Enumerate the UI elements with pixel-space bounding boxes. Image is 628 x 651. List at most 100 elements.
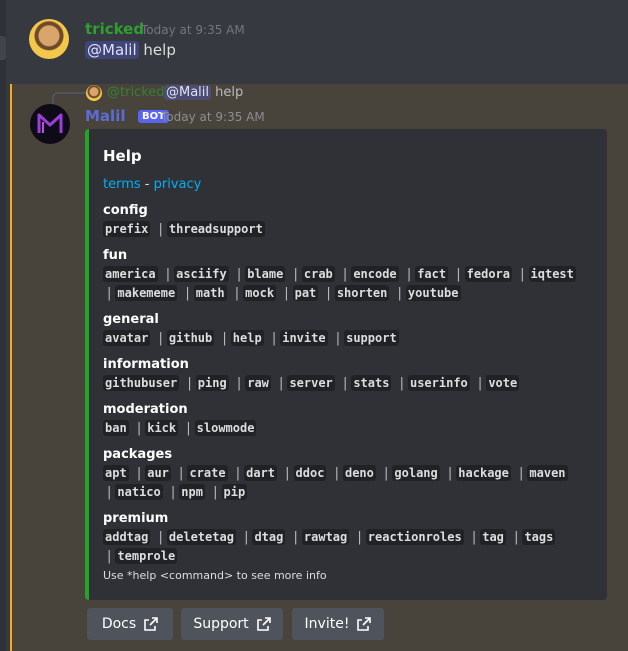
command-code: crate bbox=[187, 465, 228, 481]
button-label: Docs bbox=[101, 616, 137, 632]
separator: | bbox=[235, 466, 241, 481]
field-name: fun bbox=[103, 248, 128, 263]
command-code: ban bbox=[103, 420, 129, 436]
field-name: moderation bbox=[103, 402, 188, 417]
terms-link[interactable]: terms bbox=[103, 177, 141, 192]
avatar[interactable] bbox=[29, 19, 69, 59]
separator: | bbox=[342, 376, 348, 391]
command-code: natico bbox=[115, 484, 163, 500]
separator: | bbox=[335, 331, 341, 346]
embed-field: fun america | asciify | blame | crab | encode… bbox=[103, 247, 603, 303]
command-code: support bbox=[344, 330, 399, 346]
command-code: kick bbox=[145, 420, 179, 436]
command-code: fedora bbox=[464, 266, 512, 282]
separator: | bbox=[519, 466, 524, 481]
separator: | bbox=[236, 267, 242, 282]
command-code: encode bbox=[351, 266, 399, 282]
separator: | bbox=[186, 421, 191, 436]
separator: | bbox=[244, 530, 249, 545]
command-code: addtag bbox=[103, 529, 151, 545]
separator: | bbox=[406, 267, 412, 282]
reply-avatar[interactable] bbox=[86, 85, 102, 101]
command-code: math bbox=[193, 285, 227, 301]
privacy-link[interactable]: privacy bbox=[154, 177, 202, 192]
command-code: makememe bbox=[115, 285, 178, 301]
field-name: packages bbox=[103, 447, 173, 462]
command-code: mock bbox=[243, 285, 277, 301]
separator: | bbox=[136, 466, 142, 481]
separator: | bbox=[447, 466, 453, 481]
command-code: vote bbox=[486, 375, 520, 391]
docs-button[interactable]: Docs bbox=[87, 608, 173, 640]
bot-avatar[interactable] bbox=[30, 104, 70, 144]
command-code: youtube bbox=[405, 285, 461, 301]
support-button[interactable]: Support bbox=[181, 608, 283, 640]
separator: | bbox=[236, 376, 242, 391]
command-code: invite bbox=[280, 330, 328, 346]
external-link-icon bbox=[357, 617, 372, 631]
command-code: help bbox=[230, 330, 264, 346]
message-author[interactable]: Malil bbox=[85, 107, 125, 125]
field-value: prefix | threadsupport bbox=[103, 220, 603, 239]
separator: | bbox=[293, 530, 298, 545]
separator: | bbox=[397, 286, 402, 301]
command-code: rawtag bbox=[301, 529, 350, 545]
separator: | bbox=[158, 331, 163, 346]
button-label: Support bbox=[193, 616, 249, 632]
field-name: premium bbox=[103, 511, 169, 526]
separator: | bbox=[179, 466, 184, 481]
external-link-icon bbox=[256, 617, 271, 631]
reply-connector bbox=[52, 92, 86, 106]
separator: | bbox=[514, 530, 519, 545]
separator: | bbox=[222, 331, 227, 346]
invite-button[interactable]: Invite! bbox=[292, 608, 384, 640]
embed-field: packages apt | aur | crate | dart | ddoc | den… bbox=[103, 446, 603, 502]
command-code: asciify bbox=[174, 266, 229, 282]
reply-text: help bbox=[215, 85, 244, 100]
message-author[interactable]: tricked bbox=[85, 20, 144, 38]
separator: | bbox=[158, 530, 163, 545]
embed-field: premium addtag | deletetag | dtag | rawtag |… bbox=[103, 510, 603, 566]
button-label: Invite! bbox=[304, 616, 350, 632]
message-timestamp: Today at 9:35 AM bbox=[161, 110, 265, 124]
command-code: pat bbox=[292, 285, 319, 301]
separator: | bbox=[471, 530, 477, 545]
field-name: config bbox=[103, 203, 148, 218]
message-content: @Malil help bbox=[85, 41, 176, 59]
field-value: addtag | deletetag | dtag | rawtag | reactio… bbox=[103, 528, 603, 566]
command-code: githubuser bbox=[103, 375, 180, 391]
command-code: stats bbox=[351, 375, 392, 391]
command-code: fact bbox=[415, 266, 449, 282]
command-code: deno bbox=[342, 465, 376, 481]
embed-field: information githubuser | ping | raw | server… bbox=[103, 356, 603, 393]
message-text: help bbox=[143, 41, 176, 59]
command-code: golang bbox=[392, 465, 440, 481]
separator: | bbox=[399, 376, 404, 391]
embed-field: config prefix | threadsupport bbox=[103, 202, 603, 239]
separator: | bbox=[136, 421, 142, 436]
help-embed: Help terms - privacy config prefix | threa… bbox=[85, 129, 607, 600]
separator: | bbox=[456, 267, 461, 282]
command-code: npm bbox=[179, 484, 205, 500]
command-code: dart bbox=[244, 465, 277, 481]
embed-title: Help bbox=[103, 147, 142, 165]
command-code: tag bbox=[480, 529, 506, 545]
command-code: userinfo bbox=[407, 375, 470, 391]
command-code: prefix bbox=[103, 221, 151, 237]
command-code: ping bbox=[195, 375, 229, 391]
reply-author[interactable]: @tricked bbox=[107, 85, 165, 100]
separator: | bbox=[107, 286, 112, 301]
field-value: ban | kick | slowmode bbox=[103, 419, 603, 438]
command-code: temprole bbox=[115, 548, 178, 564]
field-value: apt | aur | crate | dart | ddoc | deno | golan… bbox=[103, 464, 603, 502]
command-code: apt bbox=[103, 465, 129, 481]
separator: | bbox=[185, 286, 190, 301]
field-name: information bbox=[103, 357, 189, 372]
reply-content[interactable]: @Malil help bbox=[164, 85, 243, 100]
reply-mention[interactable]: @Malil bbox=[164, 85, 212, 100]
user-mention[interactable]: @Malil bbox=[85, 41, 139, 59]
field-value: america | asciify | blame | crab | encode | f… bbox=[103, 265, 603, 303]
command-code: crab bbox=[301, 266, 335, 282]
field-value: githubuser | ping | raw | server | stats | us… bbox=[103, 374, 603, 393]
command-code: raw bbox=[245, 375, 271, 391]
